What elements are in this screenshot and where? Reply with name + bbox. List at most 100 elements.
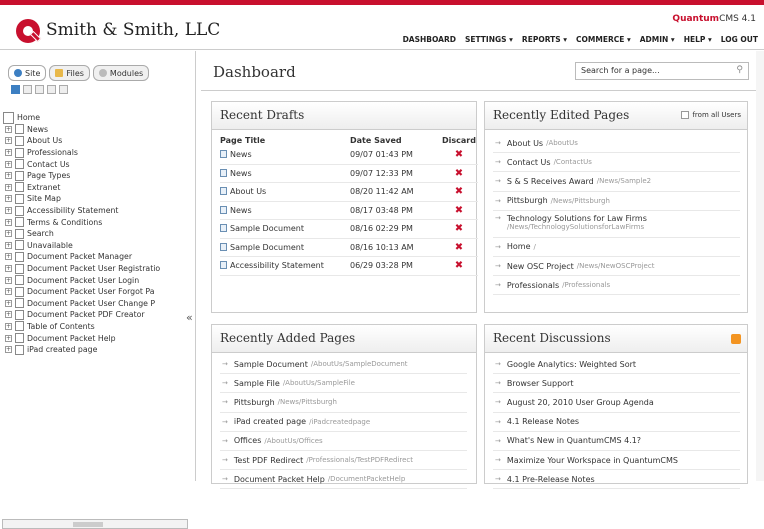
list-item[interactable]: → Browser Support bbox=[493, 374, 740, 394]
tree-node[interactable]: + Document Packet User Login bbox=[3, 274, 193, 286]
discard-icon[interactable]: ✖ bbox=[440, 149, 478, 160]
collapse-sidebar-icon[interactable]: « bbox=[186, 311, 193, 324]
nav-help[interactable]: HELP ▾ bbox=[684, 35, 712, 44]
tree-node[interactable]: + Contact Us bbox=[3, 158, 193, 170]
tree-node[interactable]: + Site Map bbox=[3, 193, 193, 205]
expand-icon[interactable]: + bbox=[5, 253, 12, 261]
search-icon[interactable]: ⚲ bbox=[736, 65, 743, 75]
expand-icon[interactable]: + bbox=[5, 288, 12, 296]
tree-node[interactable]: + Search bbox=[3, 228, 193, 240]
expand-icon[interactable]: + bbox=[5, 125, 12, 133]
tree-node[interactable]: + Professionals bbox=[3, 147, 193, 159]
list-item[interactable]: → 4.1 Pre-Release Notes bbox=[493, 470, 740, 490]
scrollbar-thumb[interactable] bbox=[73, 522, 103, 527]
tree-node[interactable]: + Page Types bbox=[3, 170, 193, 182]
expand-icon[interactable]: + bbox=[5, 230, 12, 238]
list-item[interactable]: → Pittsburgh/News/Pittsburgh bbox=[220, 393, 467, 413]
list-item[interactable]: → August 20, 2010 User Group Agenda bbox=[493, 393, 740, 413]
list-item[interactable]: → Pittsburgh/News/Pittsburgh bbox=[493, 192, 740, 211]
draft-title-cell[interactable]: Sample Document bbox=[220, 242, 350, 252]
draft-title-cell[interactable]: Accessibility Statement bbox=[220, 261, 350, 270]
refresh-icon[interactable] bbox=[11, 85, 20, 94]
sidebar-horizontal-scrollbar[interactable] bbox=[2, 519, 188, 529]
rss-icon[interactable] bbox=[731, 334, 741, 344]
discard-icon[interactable]: ✖ bbox=[440, 260, 478, 271]
nav-admin[interactable]: ADMIN ▾ bbox=[640, 35, 675, 44]
tree-node[interactable]: + Extranet bbox=[3, 182, 193, 194]
tree-node[interactable]: + About Us bbox=[3, 135, 193, 147]
tab-files[interactable]: Files bbox=[49, 65, 90, 81]
move-up-icon[interactable] bbox=[35, 85, 44, 94]
tree-node[interactable]: + iPad created page bbox=[3, 344, 193, 356]
nav-logout[interactable]: LOG OUT bbox=[721, 35, 758, 44]
list-item[interactable]: → Google Analytics: Weighted Sort bbox=[493, 355, 740, 375]
expand-icon[interactable]: + bbox=[5, 241, 12, 249]
expand-icon[interactable]: + bbox=[5, 276, 12, 284]
move-down-icon[interactable] bbox=[47, 85, 56, 94]
tab-modules[interactable]: Modules bbox=[92, 65, 150, 81]
tree-node[interactable]: + Table of Contents bbox=[3, 321, 193, 333]
tree-node[interactable]: + Document Packet PDF Creator bbox=[3, 309, 193, 321]
list-item[interactable]: → New OSC Project/News/NewOSCProject bbox=[493, 257, 740, 277]
move-bottom-icon[interactable] bbox=[59, 85, 68, 94]
list-item[interactable]: → About Us/AboutUs bbox=[493, 134, 740, 154]
tree-node[interactable]: + Document Packet Manager bbox=[3, 251, 193, 263]
from-all-users-toggle[interactable]: from all Users bbox=[681, 111, 741, 119]
discard-icon[interactable]: ✖ bbox=[440, 242, 478, 253]
draft-title-cell[interactable]: News bbox=[220, 168, 350, 178]
expand-icon[interactable]: + bbox=[5, 299, 12, 307]
expand-icon[interactable]: + bbox=[5, 195, 12, 203]
from-all-users-checkbox[interactable] bbox=[681, 111, 690, 119]
nav-commerce[interactable]: COMMERCE ▾ bbox=[576, 35, 631, 44]
draft-title-cell[interactable]: Sample Document bbox=[220, 224, 350, 233]
tree-node[interactable]: Home bbox=[3, 112, 193, 124]
list-item[interactable]: → Professionals/Professionals bbox=[493, 276, 740, 296]
list-item[interactable]: → What's New in QuantumCMS 4.1? bbox=[493, 432, 740, 451]
tree-node[interactable]: + News bbox=[3, 124, 193, 136]
list-item[interactable]: → 4.1 Release Notes bbox=[493, 413, 740, 432]
nav-settings[interactable]: SETTINGS ▾ bbox=[465, 35, 513, 44]
list-item[interactable]: → Maximize Your Workspace in QuantumCMS bbox=[493, 451, 740, 471]
list-item[interactable]: → Sample File/AboutUs/SampleFile bbox=[220, 374, 467, 394]
tree-node[interactable]: + Accessibility Statement bbox=[3, 205, 193, 217]
expand-icon[interactable]: + bbox=[5, 311, 12, 319]
tree-node[interactable]: + Document Packet User Change P bbox=[3, 298, 193, 310]
discard-icon[interactable]: ✖ bbox=[440, 223, 478, 234]
list-item[interactable]: → Sample Document/AboutUs/SampleDocument bbox=[220, 355, 467, 375]
nav-reports[interactable]: REPORTS ▾ bbox=[522, 35, 567, 44]
expand-icon[interactable]: + bbox=[5, 160, 12, 168]
expand-icon[interactable]: + bbox=[5, 322, 12, 330]
list-item[interactable]: → Offices/AboutUs/Offices bbox=[220, 432, 467, 451]
expand-icon[interactable]: + bbox=[5, 218, 12, 226]
tree-node[interactable]: + Document Packet User Registratio bbox=[3, 263, 193, 275]
tab-site[interactable]: Site bbox=[8, 65, 47, 81]
expand-icon[interactable]: + bbox=[5, 172, 12, 180]
draft-title-cell[interactable]: About Us bbox=[220, 187, 350, 196]
tree-node[interactable]: + Terms & Conditions bbox=[3, 216, 193, 228]
page-scrollbar[interactable] bbox=[756, 51, 764, 481]
expand-icon[interactable]: + bbox=[5, 149, 12, 157]
list-item[interactable]: → Home / bbox=[493, 238, 740, 257]
page-search-input[interactable]: Search for a page... ⚲ bbox=[575, 62, 749, 80]
discard-icon[interactable]: ✖ bbox=[440, 168, 478, 179]
tree-node[interactable]: + Document Packet User Forgot Pa bbox=[3, 286, 193, 298]
expand-icon[interactable]: + bbox=[5, 334, 12, 342]
list-item[interactable]: → Contact Us/ContactUs bbox=[493, 153, 740, 173]
list-item[interactable]: → Document Packet Help/DocumentPacketHelp bbox=[220, 470, 467, 490]
expand-icon[interactable]: + bbox=[5, 265, 12, 273]
list-item[interactable]: → S & S Receives Award/News/Sample2 bbox=[493, 172, 740, 192]
list-item[interactable]: → Test PDF Redirect/Professionals/TestPDF… bbox=[220, 451, 467, 471]
move-top-icon[interactable] bbox=[23, 85, 32, 94]
nav-dashboard[interactable]: DASHBOARD bbox=[403, 35, 456, 44]
draft-title-cell[interactable]: News bbox=[220, 205, 350, 215]
expand-icon[interactable]: + bbox=[5, 137, 12, 145]
draft-title-cell[interactable]: News bbox=[220, 150, 350, 159]
tree-node[interactable]: + Document Packet Help bbox=[3, 332, 193, 344]
discard-icon[interactable]: ✖ bbox=[440, 205, 478, 216]
tree-node[interactable]: + Unavailable bbox=[3, 240, 193, 252]
expand-icon[interactable]: + bbox=[5, 346, 12, 354]
list-item[interactable]: → Technology Solutions for Law Firms/News… bbox=[493, 211, 740, 238]
expand-icon[interactable]: + bbox=[5, 183, 12, 191]
expand-icon[interactable]: + bbox=[5, 207, 12, 215]
discard-icon[interactable]: ✖ bbox=[440, 186, 478, 197]
